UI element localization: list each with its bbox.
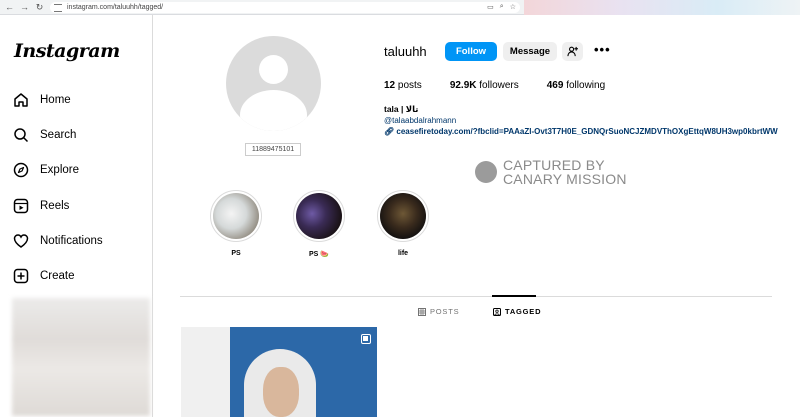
posts-count: 12 posts <box>384 80 422 91</box>
watermark-line1: CAPTURED BY <box>503 157 605 173</box>
link-icon: 🔗︎ <box>384 127 397 136</box>
story-highlight[interactable]: PS <box>210 190 262 257</box>
search-icon <box>12 126 30 144</box>
sidebar-item-create[interactable]: Create <box>12 265 75 287</box>
sidebar-item-notifications[interactable]: Notifications <box>12 230 103 252</box>
browser-toolbar: ← → ↻ instagram.com/taluuhh/tagged/ ▭ ⌕ … <box>0 0 800 15</box>
grid-icon <box>418 307 426 316</box>
tab-posts[interactable]: POSTS <box>418 307 459 316</box>
profile-stats: 12 posts 92.9K followers 469 following <box>384 80 633 91</box>
compass-icon <box>12 161 30 179</box>
message-button[interactable]: Message <box>503 42 557 61</box>
watermark-line2: CANARY MISSION <box>503 171 627 187</box>
sidebar-item-label: Create <box>40 270 75 282</box>
cast-icon[interactable]: ▭ <box>487 3 494 11</box>
sidebar-item-label: Explore <box>40 164 79 176</box>
post-tile[interactable] <box>230 327 377 417</box>
posts-number: 12 <box>384 80 396 91</box>
profile-avatar[interactable] <box>226 36 321 131</box>
followers-count[interactable]: 92.9K followers <box>450 80 519 91</box>
canary-logo-icon <box>475 161 497 183</box>
active-tab-indicator <box>492 295 536 297</box>
sidebar: Instagram Home Search Explore Reels Noti… <box>0 15 153 417</box>
bio-website-link[interactable]: 🔗︎ ceasefiretoday.com/?fbclid=PAAaZl-Ovt… <box>384 127 800 136</box>
highlight-cover <box>380 193 426 239</box>
website-text: ceasefiretoday.com/?fbclid=PAAaZl-Ovt3T7… <box>396 127 778 136</box>
following-number: 469 <box>546 80 564 91</box>
highlight-label: PS 🍉 <box>309 251 329 258</box>
story-highlight[interactable]: life <box>377 190 429 257</box>
address-url: instagram.com/taluuhh/tagged/ <box>67 4 164 11</box>
redacted-area <box>12 298 150 416</box>
sidebar-item-label: Notifications <box>40 235 103 247</box>
avatar-id-label: 11889475101 <box>245 143 301 156</box>
profile-username: taluuhh <box>384 44 427 59</box>
suggest-user-button[interactable] <box>562 42 583 61</box>
following-label: following <box>566 80 606 91</box>
post-tile[interactable] <box>181 327 230 417</box>
instagram-logo[interactable]: Instagram <box>14 40 120 62</box>
sidebar-item-label: Home <box>40 94 71 106</box>
followers-label: followers <box>479 80 519 91</box>
sidebar-item-label: Search <box>40 129 77 141</box>
tabs-divider <box>180 296 772 297</box>
sidebar-item-search[interactable]: Search <box>12 124 76 146</box>
tab-posts-label: POSTS <box>430 307 460 316</box>
bio-handle-link[interactable]: @talaabdalrahmann <box>384 116 456 125</box>
highlight-cover <box>213 193 259 239</box>
zoom-icon[interactable]: ⌕ <box>500 3 504 11</box>
add-person-icon <box>567 46 578 57</box>
reels-icon <box>12 197 30 215</box>
carousel-icon <box>361 334 371 344</box>
address-bar[interactable]: instagram.com/taluuhh/tagged/ ▭ ⌕ ☆ <box>50 2 520 13</box>
back-icon[interactable]: ← <box>4 2 15 13</box>
blurred-tabs <box>524 0 800 15</box>
heart-icon <box>12 232 30 250</box>
sidebar-item-home[interactable]: Home <box>12 89 71 111</box>
sidebar-item-reels[interactable]: Reels <box>12 195 69 217</box>
site-info-icon[interactable] <box>54 3 62 12</box>
following-count[interactable]: 469 following <box>547 80 605 91</box>
highlight-label: PS <box>231 250 241 257</box>
highlight-cover <box>296 193 342 239</box>
plus-square-icon <box>12 267 30 285</box>
forward-icon[interactable]: → <box>19 2 30 13</box>
more-options-icon[interactable]: ••• <box>594 43 611 56</box>
tab-tagged[interactable]: TAGGED <box>493 307 541 316</box>
sidebar-item-label: Reels <box>40 200 70 212</box>
highlight-label: life <box>397 250 409 257</box>
follow-button[interactable]: Follow <box>445 42 497 61</box>
sidebar-item-explore[interactable]: Explore <box>12 159 79 181</box>
tagged-icon <box>493 307 501 316</box>
reload-icon[interactable]: ↻ <box>34 2 45 13</box>
home-icon <box>12 91 30 109</box>
tab-tagged-label: TAGGED <box>505 307 542 316</box>
story-highlight[interactable]: PS 🍉 <box>293 190 345 258</box>
followers-number: 92.9K <box>449 80 477 91</box>
posts-label: posts <box>397 80 422 91</box>
bookmark-star-icon[interactable]: ☆ <box>510 3 516 11</box>
watermark: CAPTURED BY CANARY MISSION <box>475 158 627 186</box>
profile-full-name: tala | تالا <box>384 104 419 114</box>
